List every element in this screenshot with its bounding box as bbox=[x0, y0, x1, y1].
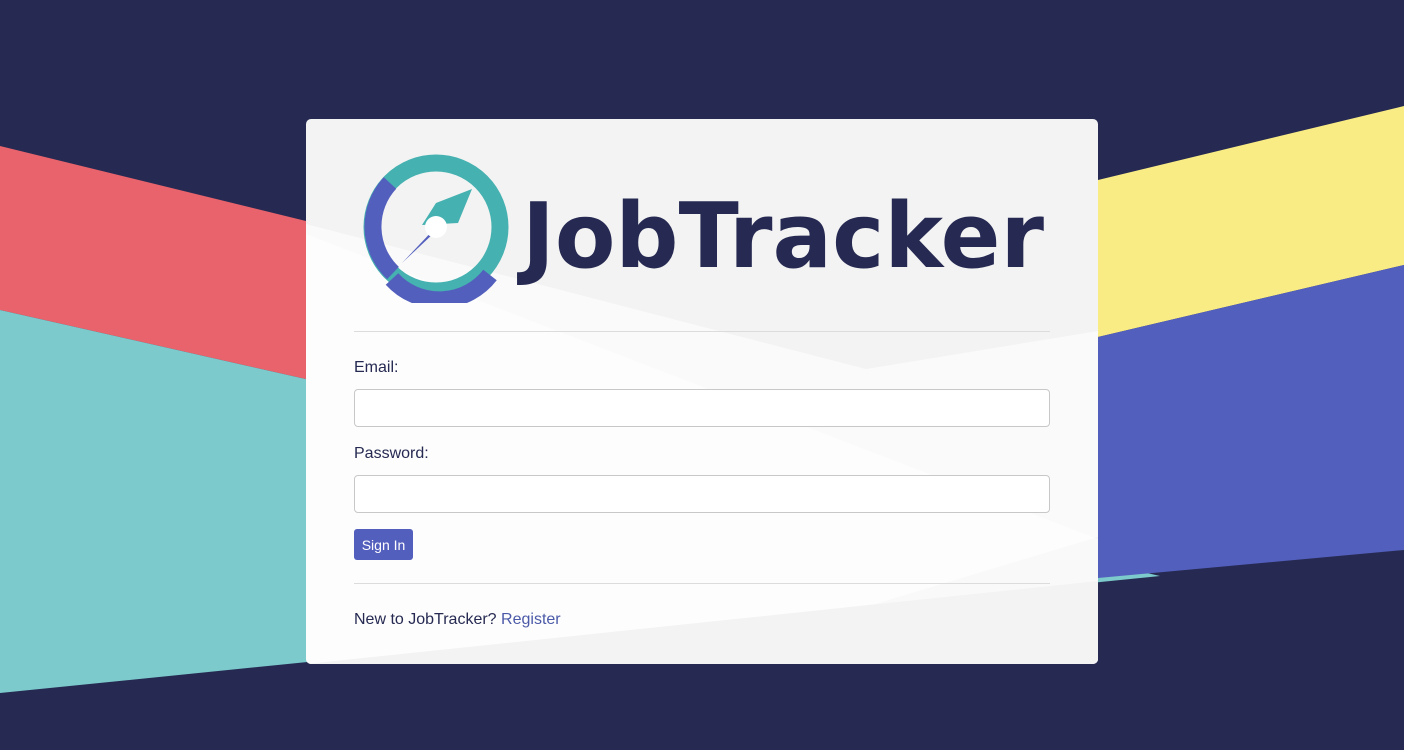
login-card: JobTracker Email: Password: Sign In New … bbox=[306, 119, 1098, 664]
header-divider bbox=[354, 331, 1050, 332]
footer-divider bbox=[354, 583, 1050, 584]
password-label: Password: bbox=[354, 445, 429, 462]
email-label: Email: bbox=[354, 359, 399, 376]
password-field[interactable] bbox=[354, 475, 1050, 513]
email-field[interactable] bbox=[354, 389, 1050, 427]
logo-wordmark: JobTracker bbox=[516, 184, 1044, 289]
register-prompt: New to JobTracker? Register bbox=[354, 611, 561, 629]
register-link[interactable]: Register bbox=[501, 611, 561, 628]
app-logo: JobTracker bbox=[363, 154, 1045, 303]
register-prompt-text: New to JobTracker? bbox=[354, 611, 497, 628]
card-content: JobTracker Email: Password: Sign In New … bbox=[354, 119, 1050, 664]
compass-icon bbox=[363, 154, 509, 303]
sign-in-button[interactable]: Sign In bbox=[354, 529, 413, 560]
